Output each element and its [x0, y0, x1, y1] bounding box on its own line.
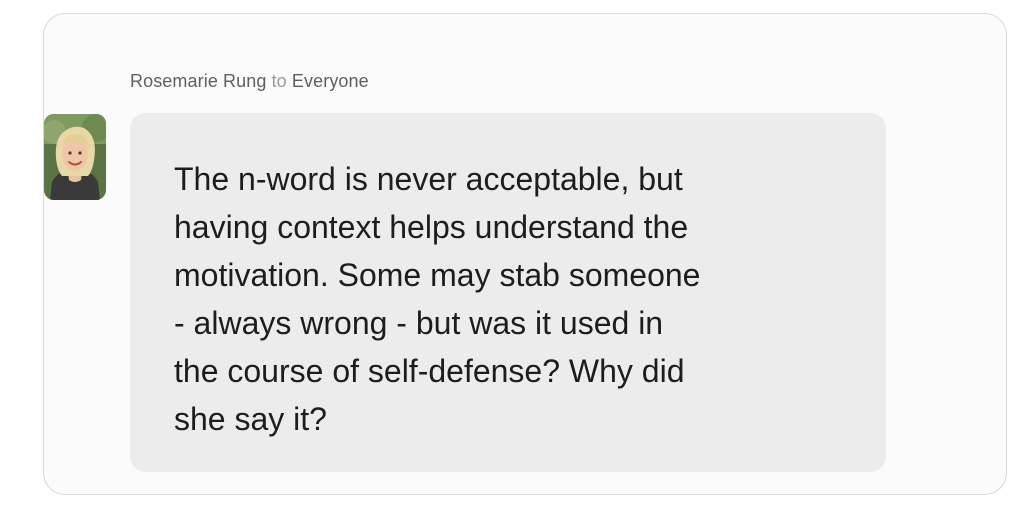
user-photo-avatar-icon: [44, 114, 106, 200]
sender-to-label: to: [271, 71, 287, 91]
message-text: The n-word is never acceptable, but havi…: [174, 161, 701, 437]
recipient-name: Everyone: [291, 71, 369, 91]
sender-name: Rosemarie Rung: [130, 71, 267, 91]
message-sender-line: Rosemarie Rung to Everyone: [130, 71, 369, 92]
avatar[interactable]: [44, 114, 106, 200]
message-bubble: The n-word is never acceptable, but havi…: [130, 113, 886, 472]
